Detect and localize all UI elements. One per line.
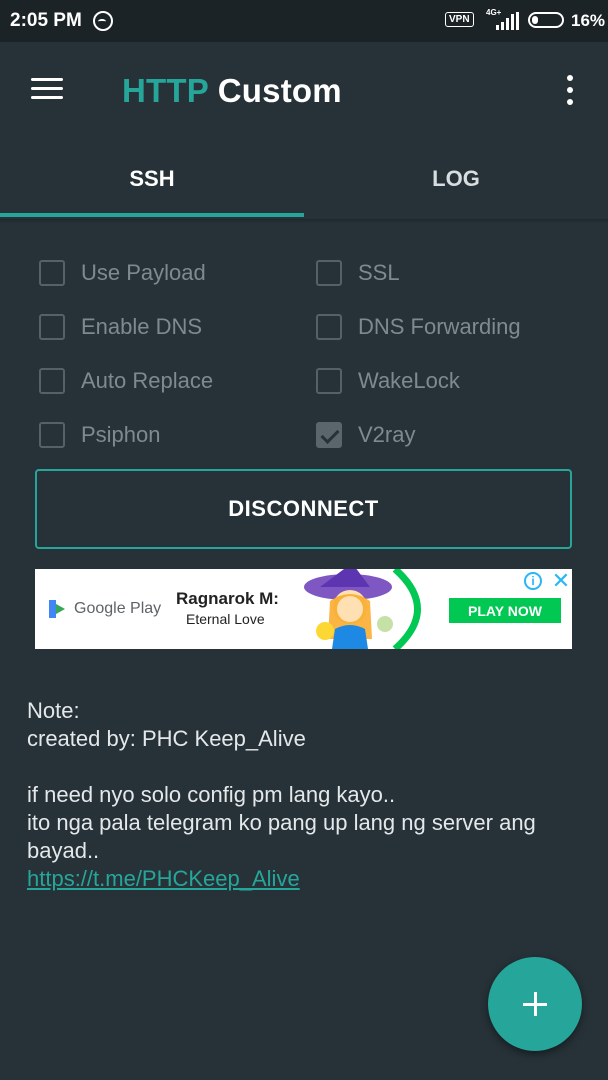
- checkbox[interactable]: [39, 368, 65, 394]
- option-auto-replace[interactable]: Auto Replace: [39, 365, 213, 397]
- disconnect-button[interactable]: DISCONNECT: [35, 469, 572, 549]
- option-dns-forwarding[interactable]: DNS Forwarding: [316, 311, 521, 343]
- app-title-accent: HTTP: [122, 72, 209, 109]
- telegram-link[interactable]: https://t.me/PHCKeep_Alive: [27, 865, 587, 893]
- app-bar: HTTP Custom: [0, 42, 608, 138]
- ad-character-illustration: [304, 569, 421, 649]
- checkbox[interactable]: [39, 314, 65, 340]
- status-bar: 2:05 PM VPN 4G+ 16%: [0, 0, 608, 42]
- vpn-icon: VPN: [445, 12, 474, 27]
- ad-close-icon[interactable]: ✕: [550, 570, 572, 592]
- option-label: SSL: [358, 260, 400, 285]
- ad-info-icon[interactable]: i: [524, 572, 542, 590]
- checkbox[interactable]: [316, 260, 342, 286]
- tab-ssh[interactable]: SSH: [0, 138, 304, 220]
- option-psiphon[interactable]: Psiphon: [39, 419, 161, 451]
- google-play-icon: [49, 600, 65, 618]
- option-ssl[interactable]: SSL: [316, 257, 400, 289]
- tab-bar: SSH LOG: [0, 138, 608, 220]
- option-label: Use Payload: [81, 260, 206, 285]
- battery-percent: 16%: [571, 11, 606, 30]
- tab-indicator: [0, 213, 304, 217]
- note-line: created by: PHC Keep_Alive: [27, 726, 306, 751]
- option-wakelock[interactable]: WakeLock: [316, 365, 460, 397]
- clock-icon: [93, 11, 113, 31]
- option-label: Auto Replace: [81, 368, 214, 393]
- app-title: HTTP Custom: [122, 72, 342, 110]
- checkbox-checked[interactable]: [316, 422, 342, 448]
- note-line: Note:: [27, 698, 80, 723]
- option-enable-dns[interactable]: Enable DNS: [39, 311, 202, 343]
- option-label: WakeLock: [358, 368, 460, 393]
- note-spacer: [27, 753, 587, 781]
- more-vert-icon[interactable]: [566, 75, 574, 105]
- option-label: Enable DNS: [81, 314, 203, 339]
- add-fab-button[interactable]: [488, 957, 582, 1051]
- ad-store-label: Google Play: [74, 600, 162, 617]
- checkbox[interactable]: [316, 314, 342, 340]
- option-label: DNS Forwarding: [358, 314, 521, 339]
- hamburger-menu-icon[interactable]: [31, 78, 63, 100]
- checkbox[interactable]: [316, 368, 342, 394]
- status-time: 2:05 PM: [10, 10, 82, 31]
- checkbox[interactable]: [39, 260, 65, 286]
- tab-shadow: [0, 219, 608, 223]
- ad-subtitle: Eternal Love: [186, 611, 265, 627]
- note-line: ito nga pala telegram ko pang up lang ng…: [27, 810, 536, 863]
- ad-play-now-button[interactable]: PLAY NOW: [449, 598, 561, 623]
- option-use-payload[interactable]: Use Payload: [39, 257, 206, 289]
- option-v2ray[interactable]: V2ray: [316, 419, 415, 451]
- battery-icon: [528, 12, 564, 28]
- ad-title: Ragnarok M:: [176, 589, 279, 608]
- option-label: V2ray: [358, 422, 416, 447]
- option-label: Psiphon: [81, 422, 161, 447]
- tab-log[interactable]: LOG: [304, 138, 608, 220]
- note-line: if need nyo solo config pm lang kayo..: [27, 782, 396, 807]
- signal-icon: [496, 12, 519, 30]
- checkbox[interactable]: [39, 422, 65, 448]
- app-title-rest: Custom: [217, 72, 342, 109]
- note-text: Note: created by: PHC Keep_Alive if need…: [27, 697, 587, 893]
- plus-icon: [534, 992, 537, 1016]
- ad-banner[interactable]: Google Play Ragnarok M: Eternal Love PLA…: [35, 569, 572, 649]
